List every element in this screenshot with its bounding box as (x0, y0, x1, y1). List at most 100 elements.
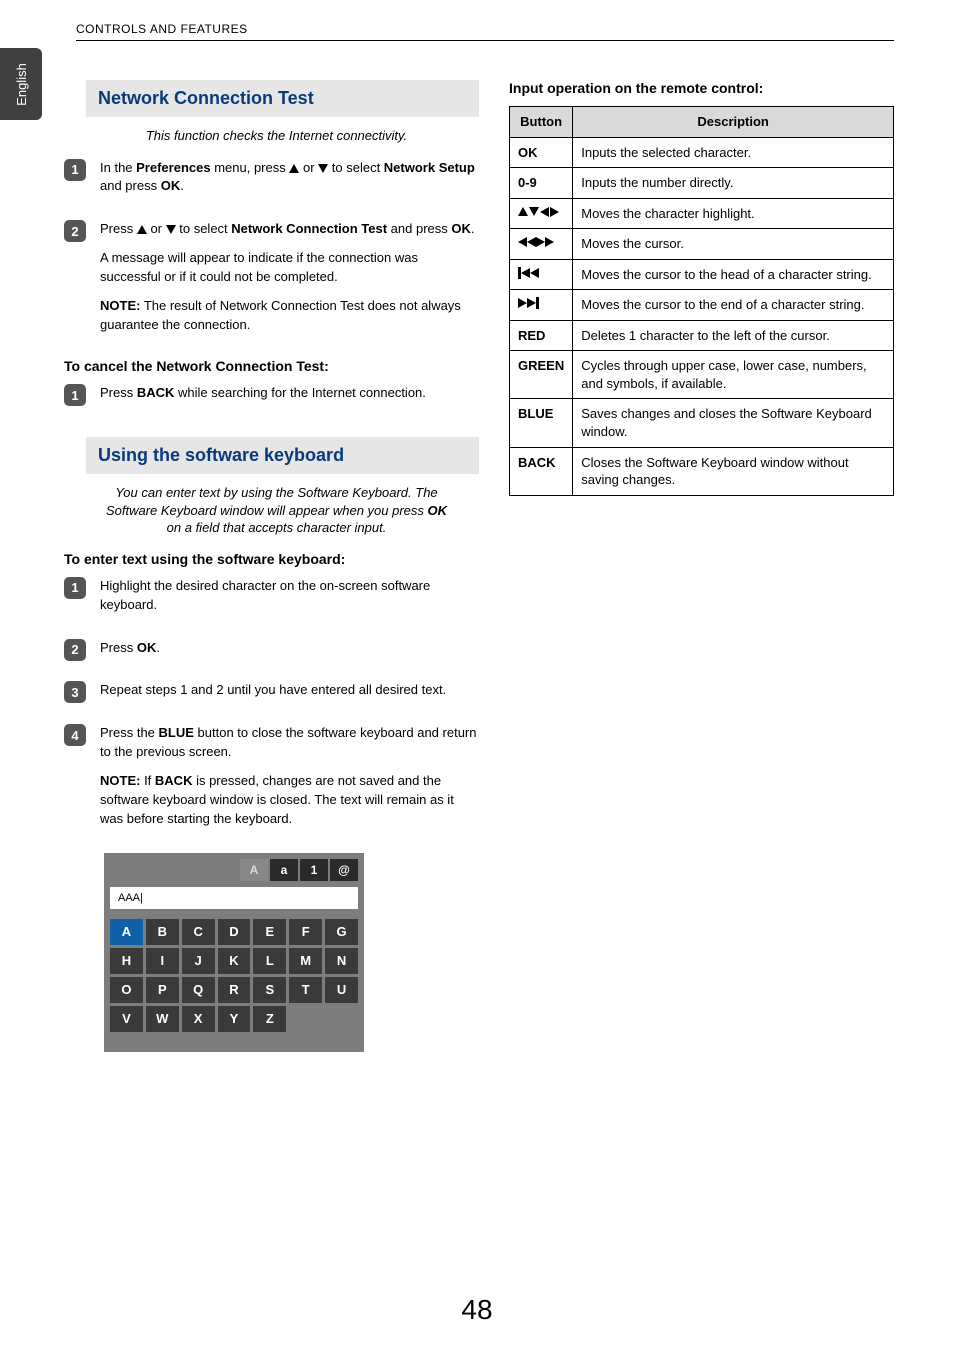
swkb-step-3: 3 Repeat steps 1 and 2 until you have en… (64, 681, 479, 710)
table-row: Moves the cursor to the head of a charac… (510, 259, 894, 290)
table-row: GREENCycles through upper case, lower ca… (510, 351, 894, 399)
kb-key: S (253, 977, 286, 1003)
kb-key: Q (182, 977, 215, 1003)
table-cell-button: OK (510, 137, 573, 168)
kb-mode-cell: a (270, 859, 298, 881)
swkb-enter-heading: To enter text using the software keyboar… (64, 551, 479, 567)
nct-cancel-step-1: 1 Press BACK while searching for the Int… (64, 384, 479, 413)
step-badge-4: 4 (64, 724, 86, 746)
nct-step-1: 1 In the Preferences menu, press or to s… (64, 159, 479, 207)
table-cell-button (510, 229, 573, 260)
kb-key-grid: ABCDEFG HIJKLMN OPQRSTU VWXYZ (110, 919, 358, 1032)
table-cell-button (510, 259, 573, 290)
table-row: REDDeletes 1 character to the left of th… (510, 320, 894, 351)
table-row: 0-9Inputs the number directly. (510, 168, 894, 199)
table-cell-description: Moves the cursor to the end of a charact… (573, 290, 894, 321)
swkb-intro: You can enter text by using the Software… (104, 484, 449, 537)
swkb-step-2: 2 Press OK. (64, 639, 479, 668)
step-badge-1: 1 (64, 159, 86, 181)
table-head-description: Description (573, 107, 894, 138)
section-title-network-connection-test: Network Connection Test (86, 80, 479, 117)
table-row: OKInputs the selected character. (510, 137, 894, 168)
kb-key: F (289, 919, 322, 945)
kb-key: B (146, 919, 179, 945)
kb-key: U (325, 977, 358, 1003)
swkb-step-4: 4 Press the BLUE button to close the sof… (64, 724, 479, 838)
table-row: Moves the cursor. (510, 229, 894, 260)
kb-key: O (110, 977, 143, 1003)
kb-mode-cell: A (240, 859, 268, 881)
swkb-step2-text: Press OK. (100, 639, 479, 658)
kb-key: A (110, 919, 143, 945)
swkb-step-1: 1 Highlight the desired character on the… (64, 577, 479, 625)
nct-step1-text: In the Preferences menu, press or to sel… (100, 159, 479, 197)
step-badge-3: 3 (64, 681, 86, 703)
table-cell-description: Deletes 1 character to the left of the c… (573, 320, 894, 351)
table-cell-button: BACK (510, 447, 573, 495)
table-cell-description: Cycles through upper case, lower case, n… (573, 351, 894, 399)
arrow-up-icon (137, 225, 147, 234)
header-section-label: CONTROLS AND FEATURES (76, 22, 894, 41)
swkb-step3-text: Repeat steps 1 and 2 until you have ente… (100, 681, 479, 700)
kb-key: H (110, 948, 143, 974)
kb-key: G (325, 919, 358, 945)
nct-cancel-heading: To cancel the Network Connection Test: (64, 358, 479, 374)
table-cell-description: Moves the cursor. (573, 229, 894, 260)
kb-key: R (218, 977, 251, 1003)
arrow-down-icon (166, 225, 176, 234)
remote-table-title: Input operation on the remote control: (509, 80, 894, 96)
kb-key: K (218, 948, 251, 974)
table-row: BACKCloses the Software Keyboard window … (510, 447, 894, 495)
kb-key: D (218, 919, 251, 945)
arrow-down-icon (318, 164, 328, 173)
table-head-button: Button (510, 107, 573, 138)
nct-intro: This function checks the Internet connec… (104, 127, 449, 145)
language-tab-text: English (14, 63, 29, 106)
kb-key: L (253, 948, 286, 974)
kb-key: I (146, 948, 179, 974)
kb-key: T (289, 977, 322, 1003)
table-cell-button: RED (510, 320, 573, 351)
nct-step2-line1: Press or to select Network Connection Te… (100, 220, 479, 239)
table-cell-button: 0-9 (510, 168, 573, 199)
table-cell-button: BLUE (510, 399, 573, 447)
kb-key: N (325, 948, 358, 974)
table-cell-description: Inputs the selected character. (573, 137, 894, 168)
section-title-software-keyboard: Using the software keyboard (86, 437, 479, 474)
table-cell-description: Moves the cursor to the head of a charac… (573, 259, 894, 290)
table-cell-description: Closes the Software Keyboard window with… (573, 447, 894, 495)
kb-key: V (110, 1006, 143, 1032)
kb-key: E (253, 919, 286, 945)
page-number: 48 (0, 1294, 954, 1326)
kb-key: W (146, 1006, 179, 1032)
swkb-step1-text: Highlight the desired character on the o… (100, 577, 479, 615)
table-cell-button (510, 290, 573, 321)
remote-control-table: Button Description OKInputs the selected… (509, 106, 894, 496)
table-row: Moves the character highlight. (510, 198, 894, 229)
kb-key: M (289, 948, 322, 974)
right-column: Input operation on the remote control: B… (509, 80, 894, 1052)
left-column: Network Connection Test This function ch… (64, 80, 479, 1052)
kb-key: P (146, 977, 179, 1003)
kb-key: X (182, 1006, 215, 1032)
kb-key: J (182, 948, 215, 974)
table-row: BLUESaves changes and closes the Softwar… (510, 399, 894, 447)
table-cell-description: Moves the character highlight. (573, 198, 894, 229)
kb-mode-row: Aa1@ (110, 859, 358, 881)
kb-key: C (182, 919, 215, 945)
nct-step-2: 2 Press or to select Network Connection … (64, 220, 479, 344)
kb-mode-cell: 1 (300, 859, 328, 881)
step-badge-2: 2 (64, 220, 86, 242)
nct-cancel-text: Press BACK while searching for the Inter… (100, 384, 479, 403)
kb-input-field: AAA| (110, 887, 358, 909)
step-badge-1: 1 (64, 384, 86, 406)
table-cell-button (510, 198, 573, 229)
step-badge-1: 1 (64, 577, 86, 599)
kb-mode-cell: @ (330, 859, 358, 881)
table-row: Moves the cursor to the end of a charact… (510, 290, 894, 321)
nct-step2-note: NOTE: The result of Network Connection T… (100, 297, 479, 335)
swkb-step4-text: Press the BLUE button to close the softw… (100, 724, 479, 762)
table-cell-description: Saves changes and closes the Software Ke… (573, 399, 894, 447)
kb-key: Z (253, 1006, 286, 1032)
kb-key: Y (218, 1006, 251, 1032)
